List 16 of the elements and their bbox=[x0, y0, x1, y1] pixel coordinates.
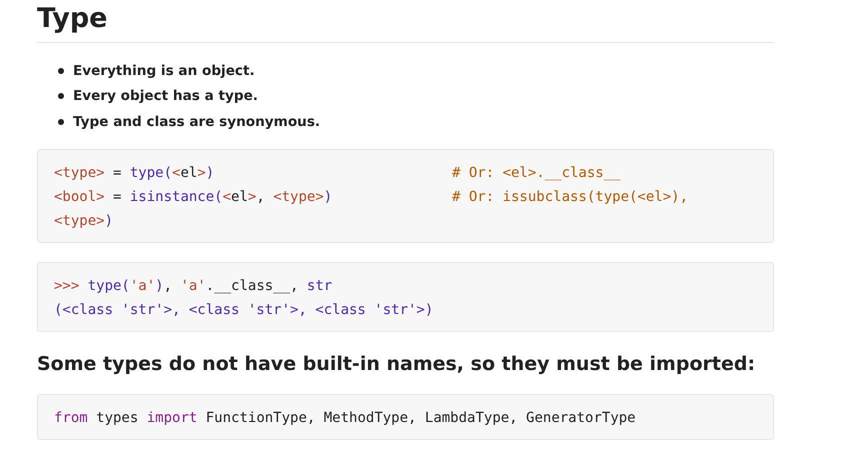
code-line: (<class 'str'>, <class 'str'>, <class 'str'>) bbox=[54, 300, 434, 320]
bullet-icon bbox=[58, 68, 64, 74]
code-comment: # Or: <el>.__class__ bbox=[452, 164, 622, 182]
code-comment: # Or: issubclass(type(<el>), bbox=[452, 188, 690, 206]
bullet-item: Every object has a type. bbox=[73, 87, 258, 106]
bullet-item: Type and class are synonymous. bbox=[73, 112, 320, 131]
code-line: from types import FunctionType, MethodType, LambdaType, GeneratorType bbox=[54, 408, 637, 428]
code-line: <bool> = isinstance(<el>, <type>) bbox=[54, 188, 334, 206]
section-heading: Some types do not have built-in names, so they must be imported: bbox=[37, 352, 756, 376]
code-line: <type>) bbox=[54, 212, 114, 230]
code-line: >>> type('a'), 'a'.__class__, str bbox=[54, 276, 334, 296]
code-line: <type> = type(<el>) bbox=[54, 164, 216, 182]
bullet-icon bbox=[58, 118, 64, 125]
bullet-item: Everything is an object. bbox=[73, 62, 255, 80]
page-title: Type bbox=[37, 3, 108, 34]
bullet-icon bbox=[58, 93, 64, 100]
